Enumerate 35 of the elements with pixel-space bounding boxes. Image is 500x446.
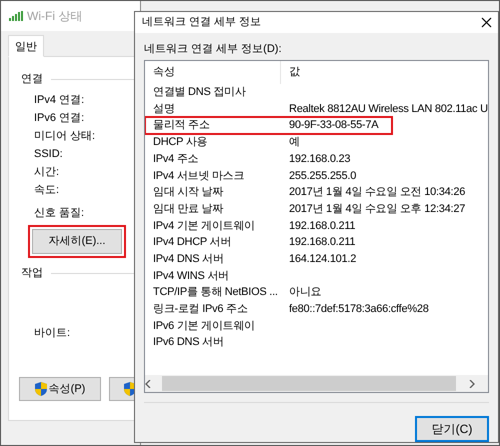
list-row[interactable]: IPv4 WINS 서버 <box>145 268 488 284</box>
list-row[interactable]: IPv4 DHCP 서버 192.168.0.211 <box>145 234 488 251</box>
group-title: 연결 <box>21 72 43 87</box>
list-row[interactable]: TCP/IP를 통해 NetBIOS ... 아니요 <box>145 284 488 301</box>
close-button[interactable]: 닫기(C) <box>415 416 489 442</box>
list-row[interactable]: IPv4 주소 192.168.0.23 <box>145 150 488 168</box>
field-label: 시간: <box>33 165 60 180</box>
field-label: IPv4 연결: <box>33 93 86 108</box>
field-label: IPv6 연결: <box>33 111 86 126</box>
properties-button[interactable]: 속성(P) <box>19 377 101 401</box>
list-row[interactable]: IPv6 DNS 서버 <box>145 334 488 351</box>
field-label: 미디어 상태: <box>33 129 96 144</box>
field-label: SSID: <box>33 147 64 162</box>
list-row[interactable]: 임대 만료 날짜 2017년 1월 4일 수요일 오후 12:34:27 <box>145 200 488 218</box>
list-row[interactable]: 링크-로컬 IPv6 주소 fe80::7def:5178:3a66:cffe%28 <box>145 300 488 318</box>
field-label: 속도: <box>33 183 60 198</box>
list-row[interactable]: 물리적 주소 90-9F-33-08-55-7A <box>145 117 392 134</box>
list-row[interactable]: 설명 Realtek 8812AU Wireless LAN 802.11ac U <box>145 100 488 118</box>
column-header[interactable]: 속성 <box>145 61 281 84</box>
list-row[interactable]: 임대 시작 날짜 2017년 1월 4일 수요일 오전 10:34:26 <box>145 184 488 201</box>
column-header[interactable]: 값 <box>281 61 300 84</box>
field-label: 바이트: <box>33 326 72 341</box>
list-label: 네트워크 연결 세부 정보(D): <box>144 42 282 57</box>
window-title: Wi-Fi 상태 <box>27 8 82 25</box>
window-title: 네트워크 연결 세부 정보 <box>142 15 262 30</box>
details-button[interactable]: 자세히(E)... <box>32 229 122 254</box>
list-row[interactable]: IPv4 기본 게이트웨이 192.168.0.211 <box>145 218 488 234</box>
tab[interactable]: 일반 <box>8 35 44 57</box>
group-title: 작업 <box>21 266 43 281</box>
list-row[interactable]: 연결별 DNS 접미사 <box>145 84 488 101</box>
list-row[interactable]: IPv4 DNS 서버 164.124.101.2 <box>145 250 488 268</box>
list-row[interactable]: DHCP 사용 예 <box>145 134 488 151</box>
field-label: 신호 품질: <box>33 206 86 221</box>
list-row[interactable]: IPv4 서브넷 마스크 255.255.255.0 <box>145 167 488 184</box>
list-row[interactable]: IPv6 기본 게이트웨이 <box>145 318 488 334</box>
